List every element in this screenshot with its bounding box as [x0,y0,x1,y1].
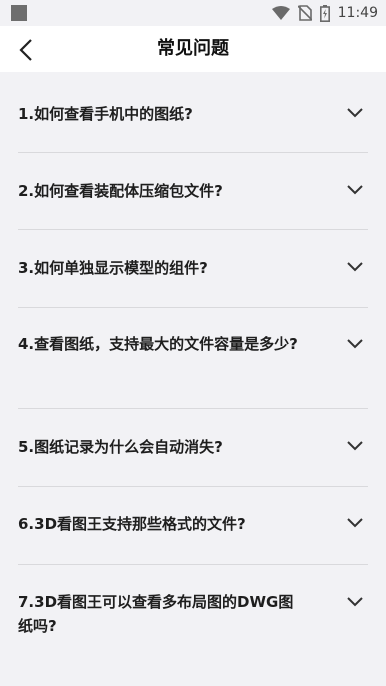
faq-item[interactable]: 5.图纸记录为什么会自动消失? [18,409,368,487]
faq-list: 1.如何查看手机中的图纸? 2.如何查看装配体压缩包文件? 3.如何单独显示模型… [18,74,368,655]
faq-item[interactable]: 4.查看图纸，支持最大的文件容量是多少? [18,308,368,409]
chevron-down-icon [347,185,363,195]
app-header: 常见问题 [0,26,386,72]
chevron-down-icon [347,262,363,272]
status-bar: 11:49 [0,0,386,26]
chevron-down-icon [347,518,363,528]
notification-icon [11,5,27,21]
faq-item[interactable]: 6.3D看图王支持那些格式的文件? [18,487,368,565]
faq-item[interactable]: 7.3D看图王可以查看多布局图的DWG图纸吗? [18,565,368,655]
wifi-icon [271,6,290,20]
faq-item[interactable]: 1.如何查看手机中的图纸? [18,74,368,153]
page-title: 常见问题 [157,38,229,59]
faq-question: 7.3D看图王可以查看多布局图的DWG图纸吗? [18,593,294,635]
status-time: 11:49 [337,5,378,21]
chevron-down-icon [347,108,363,118]
faq-question: 3.如何单独显示模型的组件? [18,259,208,277]
faq-question: 6.3D看图王支持那些格式的文件? [18,515,246,533]
faq-question: 4.查看图纸，支持最大的文件容量是多少? [18,335,298,353]
status-icons: 11:49 [271,4,378,22]
faq-item[interactable]: 2.如何查看装配体压缩包文件? [18,153,368,230]
faq-question: 5.图纸记录为什么会自动消失? [18,438,223,456]
battery-icon [319,4,330,22]
faq-item[interactable]: 3.如何单独显示模型的组件? [18,230,368,308]
chevron-down-icon [347,339,363,349]
faq-question: 2.如何查看装配体压缩包文件? [18,182,223,200]
no-sim-icon [297,5,312,21]
chevron-down-icon [347,441,363,451]
chevron-down-icon [347,597,363,607]
faq-question: 1.如何查看手机中的图纸? [18,105,193,123]
